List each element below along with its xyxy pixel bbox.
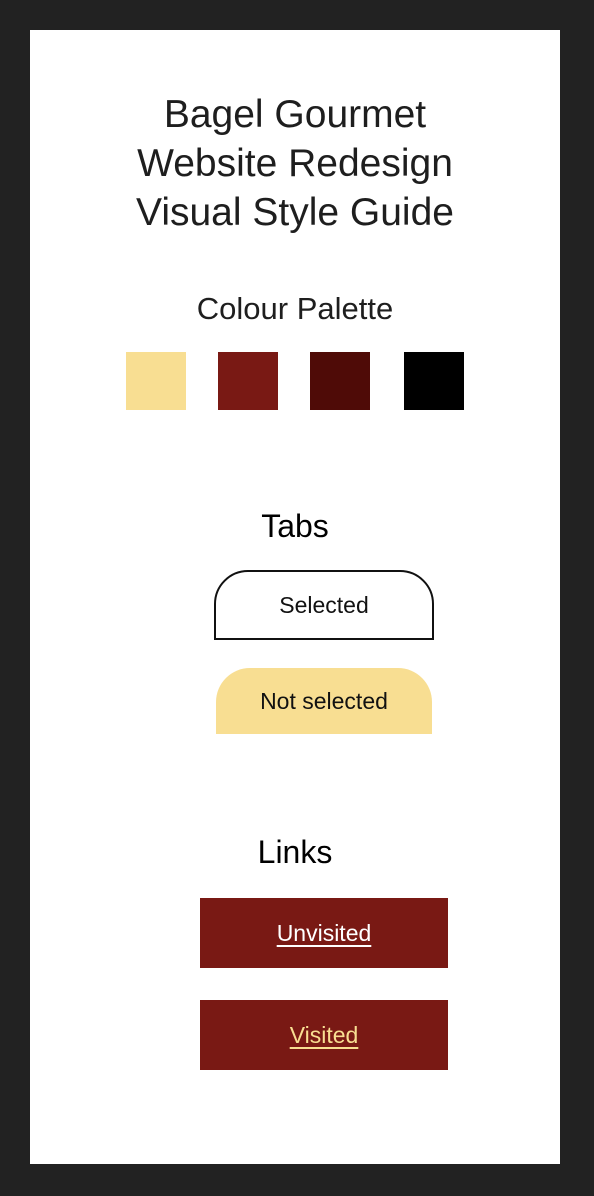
title-line-1: Bagel Gourmet <box>163 93 427 136</box>
title-line-2: Website Redesign <box>137 142 453 185</box>
unvisited-link[interactable]: Unvisited <box>277 920 372 947</box>
tab-not-selected-label: Not selected <box>260 687 388 714</box>
visited-link[interactable]: Visited <box>290 1022 359 1049</box>
swatch-dark-red <box>310 352 370 410</box>
title-line-3: Visual Style Guide <box>136 191 454 234</box>
style-guide-page: Bagel Gourmet Website Redesign Visual St… <box>30 30 560 1164</box>
tab-selected[interactable]: Selected <box>214 570 434 640</box>
page-title: Bagel Gourmet Website Redesign Visual St… <box>30 90 560 237</box>
visited-link-box: Visited <box>200 1000 448 1070</box>
links-heading: Links <box>257 834 333 870</box>
swatch-red <box>218 352 278 410</box>
unvisited-link-box: Unvisited <box>200 898 448 968</box>
tab-not-selected[interactable]: Not selected <box>216 668 432 734</box>
swatch-gold <box>126 352 186 410</box>
colour-palette-heading: Colour Palette <box>196 291 394 326</box>
swatch-black <box>404 352 464 410</box>
tabs-heading: Tabs <box>261 508 329 544</box>
tab-selected-label: Selected <box>279 591 369 618</box>
